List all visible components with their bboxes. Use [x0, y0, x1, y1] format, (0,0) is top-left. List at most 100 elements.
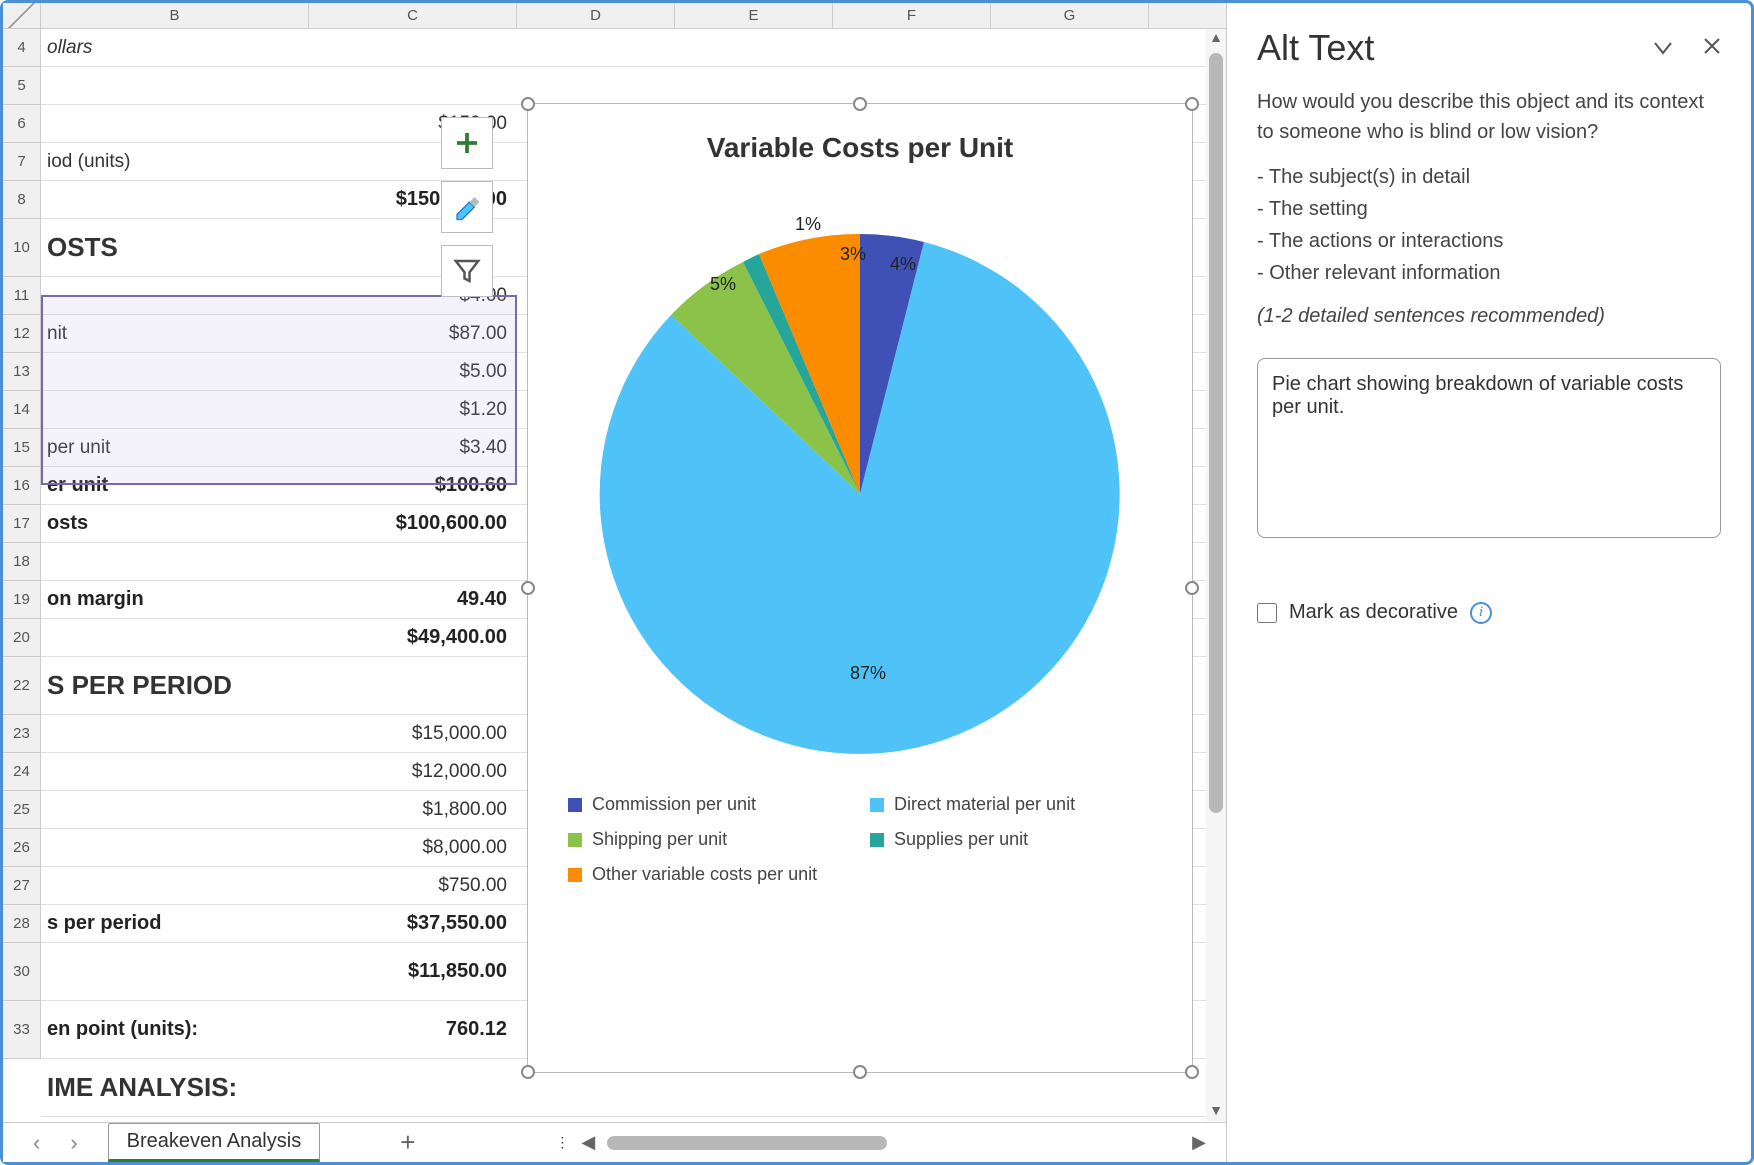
cell[interactable]: $49,400.00: [309, 626, 517, 649]
cell[interactable]: $1,800.00: [309, 799, 517, 821]
row-header[interactable]: 27: [3, 867, 40, 905]
row-header[interactable]: 18: [3, 543, 40, 581]
row-header[interactable]: 14: [3, 391, 40, 429]
row-header[interactable]: 10: [3, 219, 40, 277]
resize-handle[interactable]: [853, 1065, 867, 1079]
row-header[interactable]: 8: [3, 181, 40, 219]
row-header[interactable]: 15: [3, 429, 40, 467]
cell[interactable]: on margin: [41, 588, 309, 611]
next-sheet-button[interactable]: ›: [70, 1130, 77, 1156]
cell[interactable]: nit: [41, 323, 309, 345]
cell[interactable]: ollars: [41, 37, 309, 59]
resize-handle[interactable]: [521, 581, 535, 595]
cell[interactable]: per unit: [41, 437, 309, 459]
grid-body[interactable]: 4 5 6 7 8 10 11 12 13 14 15 16 17 18 19 …: [3, 29, 1226, 1122]
cell[interactable]: en point (units):: [41, 1018, 309, 1041]
cell[interactable]: s per period: [41, 912, 309, 935]
cell[interactable]: $11,850.00: [309, 960, 517, 983]
vertical-scrollbar[interactable]: ▲ ▼: [1206, 29, 1226, 1122]
add-sheet-button[interactable]: +: [400, 1127, 415, 1158]
section-heading[interactable]: S PER PERIOD: [41, 670, 309, 701]
col-header-f[interactable]: F: [833, 3, 991, 28]
resize-handle[interactable]: [1185, 97, 1199, 111]
mark-decorative-row[interactable]: Mark as decorative i: [1257, 601, 1721, 624]
cell[interactable]: $37,550.00: [309, 912, 517, 935]
col-header-d[interactable]: D: [517, 3, 675, 28]
pane-collapse-button[interactable]: [1653, 34, 1673, 62]
pane-close-button[interactable]: [1703, 34, 1721, 62]
row-header[interactable]: 17: [3, 505, 40, 543]
legend-swatch-icon: [870, 798, 884, 812]
chart-styles-button[interactable]: [441, 181, 493, 233]
section-heading[interactable]: OSTS: [41, 232, 309, 263]
resize-handle[interactable]: [521, 97, 535, 111]
scroll-thumb[interactable]: [1209, 53, 1223, 813]
cell[interactable]: 49.40: [309, 588, 517, 611]
resize-handle[interactable]: [1185, 1065, 1199, 1079]
scroll-up-arrow-icon[interactable]: ▲: [1206, 29, 1226, 49]
col-header-e[interactable]: E: [675, 3, 833, 28]
chart-elements-button[interactable]: [441, 117, 493, 169]
select-all-corner[interactable]: [3, 3, 41, 28]
scroll-down-arrow-icon[interactable]: ▼: [1206, 1102, 1226, 1122]
cell[interactable]: $12,000.00: [309, 761, 517, 783]
cell[interactable]: iod (units): [41, 151, 309, 173]
legend-swatch-icon: [568, 868, 582, 882]
chart-filters-button[interactable]: [441, 245, 493, 297]
pie-chart-object[interactable]: Variable Costs per Unit: [527, 103, 1193, 1073]
mark-decorative-checkbox[interactable]: [1257, 603, 1277, 623]
scroll-left-arrow-icon[interactable]: ◀: [581, 1132, 595, 1153]
alt-text-textarea[interactable]: [1257, 358, 1721, 538]
row-header[interactable]: 25: [3, 791, 40, 829]
cell[interactable]: $8,000.00: [309, 837, 517, 859]
row-header[interactable]: 28: [3, 905, 40, 943]
cell[interactable]: er unit: [41, 474, 309, 497]
row-header[interactable]: 13: [3, 353, 40, 391]
info-icon[interactable]: i: [1470, 602, 1492, 624]
row-header[interactable]: 7: [3, 143, 40, 181]
row-header[interactable]: 20: [3, 619, 40, 657]
hscroll-thumb[interactable]: [607, 1136, 887, 1150]
cell[interactable]: $3.40: [309, 437, 517, 459]
row-header[interactable]: 4: [3, 29, 40, 67]
section-heading[interactable]: IME ANALYSIS:: [41, 1072, 309, 1103]
prev-sheet-button[interactable]: ‹: [33, 1130, 40, 1156]
scroll-right-arrow-icon[interactable]: ▶: [1192, 1132, 1206, 1153]
cell[interactable]: osts: [41, 512, 309, 535]
row-header[interactable]: 6: [3, 105, 40, 143]
row-header[interactable]: 30: [3, 943, 40, 1001]
tabs-menu-icon[interactable]: ⋮: [555, 1134, 569, 1151]
cell[interactable]: $100,600.00: [309, 512, 517, 535]
cell[interactable]: $750.00: [309, 875, 517, 897]
cell[interactable]: $1.20: [309, 399, 517, 421]
resize-handle[interactable]: [1185, 581, 1199, 595]
row-header[interactable]: 33: [3, 1001, 40, 1059]
row-header[interactable]: 22: [3, 657, 40, 715]
row-header[interactable]: 26: [3, 829, 40, 867]
cell[interactable]: $87.00: [309, 323, 517, 345]
col-header-g[interactable]: G: [991, 3, 1149, 28]
row-header[interactable]: 11: [3, 277, 40, 315]
col-header-b[interactable]: B: [41, 3, 309, 28]
legend-item: Commission per unit: [568, 794, 850, 815]
resize-handle[interactable]: [521, 1065, 535, 1079]
pie-plot-area[interactable]: 4% 87% 5% 1% 3%: [580, 214, 1140, 774]
row-header[interactable]: 5: [3, 67, 40, 105]
row-header[interactable]: 16: [3, 467, 40, 505]
cell[interactable]: $5.00: [309, 361, 517, 383]
row-headers: 4 5 6 7 8 10 11 12 13 14 15 16 17 18 19 …: [3, 29, 41, 1059]
chart-title[interactable]: Variable Costs per Unit: [528, 132, 1192, 164]
cell[interactable]: 760.12: [309, 1018, 517, 1041]
chart-legend[interactable]: Commission per unit Direct material per …: [528, 774, 1192, 905]
cell[interactable]: $100.60: [309, 474, 517, 497]
horizontal-scrollbar[interactable]: ⋮ ◀ ▶: [535, 1132, 1226, 1153]
sheet-tab-active[interactable]: Breakeven Analysis: [108, 1123, 321, 1162]
cell[interactable]: $15,000.00: [309, 723, 517, 745]
row-header[interactable]: 19: [3, 581, 40, 619]
resize-handle[interactable]: [853, 97, 867, 111]
row-header[interactable]: 23: [3, 715, 40, 753]
row-header[interactable]: 24: [3, 753, 40, 791]
col-header-c[interactable]: C: [309, 3, 517, 28]
legend-item: Supplies per unit: [870, 829, 1152, 850]
row-header[interactable]: 12: [3, 315, 40, 353]
